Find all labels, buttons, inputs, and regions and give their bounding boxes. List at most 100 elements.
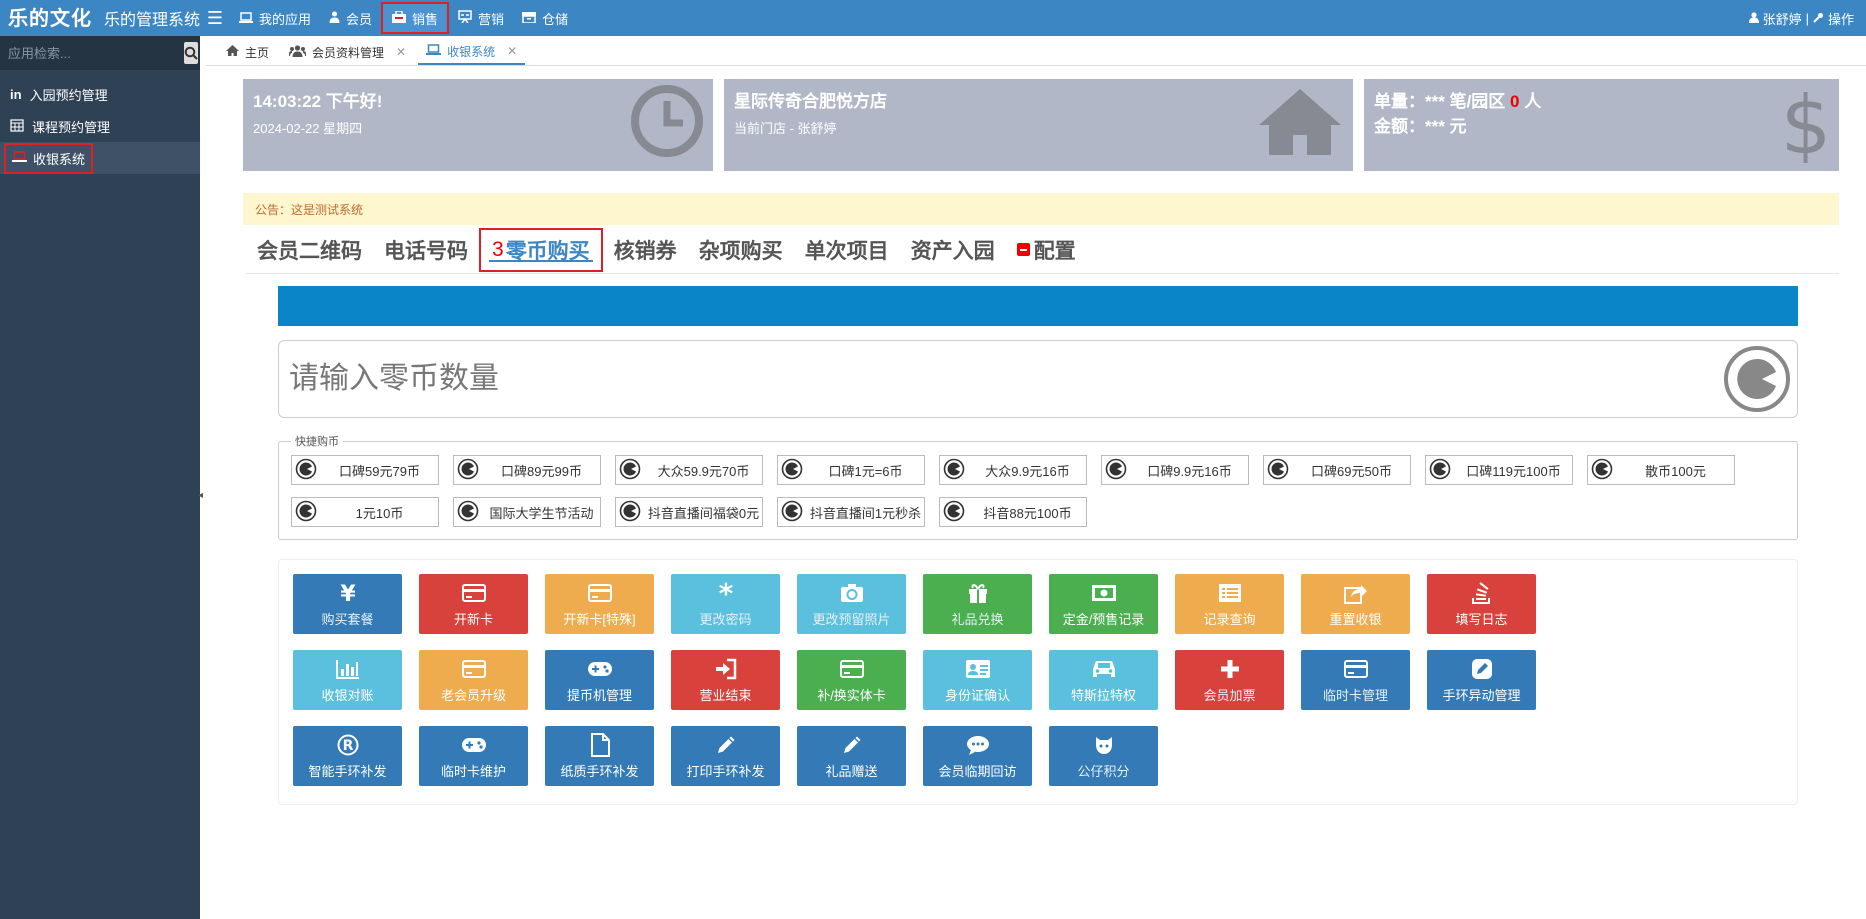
quick-coin-button[interactable]: 口碑89元99币 [453, 455, 601, 485]
action-button-6[interactable]: 定金/预售记录 [1049, 574, 1158, 634]
svg-text:$: $ [1781, 83, 1831, 163]
svg-text:¥: ¥ [340, 582, 356, 604]
camera-icon [840, 581, 864, 605]
pay-method-tabs: 会员二维码 电话号码 3 零币购买 核销券 杂项购买 单次项目 资产入园 配置 [246, 226, 1839, 274]
nav-item-1[interactable]: 会员 [320, 2, 381, 34]
card-icon [839, 657, 864, 681]
pay-tab-7[interactable]: 配置 [1006, 228, 1087, 272]
action-button-10[interactable]: 收银对账 [293, 650, 402, 710]
action-button-5[interactable]: 礼品兑换 [923, 574, 1032, 634]
pay-tab-label: 会员二维码 [257, 239, 362, 263]
id-card-icon [965, 657, 991, 681]
action-button-0[interactable]: ¥ 购买套餐 [293, 574, 402, 634]
sidebar-collapse-handle[interactable]: ◂ [198, 490, 204, 501]
pay-tab-0[interactable]: 会员二维码 [246, 228, 373, 272]
action-button-16[interactable]: 特斯拉特权 [1049, 650, 1158, 710]
close-icon[interactable]: ✕ [396, 45, 406, 59]
search-icon[interactable] [184, 42, 198, 64]
action-label: 礼品兑换 [951, 611, 1004, 627]
action-label: 老会员升级 [440, 687, 506, 703]
menu-toggle-icon[interactable]: ☰ [200, 8, 230, 29]
action-button-1[interactable]: 开新卡 [419, 574, 528, 634]
sidebar-item-cashier[interactable]: 收银系统 [0, 142, 200, 174]
nav-item-3[interactable]: 营销 [449, 2, 513, 34]
action-button-12[interactable]: 提币机管理 [545, 650, 654, 710]
amount: 金额：*** 元 [1374, 117, 1467, 136]
action-button-4[interactable]: 更改预留照片 [797, 574, 906, 634]
coin-quantity-input[interactable] [279, 344, 1717, 414]
quick-coin-button[interactable]: 大众59.9元70币 [615, 455, 763, 485]
app-search-input[interactable] [8, 45, 184, 61]
money-icon [1091, 581, 1117, 605]
tab-member-profile[interactable]: 会员资料管理 ✕ [281, 39, 414, 65]
sidebar-item-entry-booking[interactable]: in 入园预约管理 [0, 78, 200, 110]
pay-tab-5[interactable]: 单次项目 [794, 228, 900, 272]
quick-coin-button[interactable]: 1元10币 [291, 497, 439, 527]
action-button-3[interactable]: * 更改密码 [671, 574, 780, 634]
action-button-7[interactable]: 记录查询 [1175, 574, 1284, 634]
action-label: 更改密码 [699, 611, 752, 627]
action-button-26[interactable]: 公仔积分 [1049, 726, 1158, 786]
bar-chart-icon [335, 657, 360, 681]
action-button-9[interactable]: 填写日志 [1427, 574, 1536, 634]
clock-icon [629, 83, 705, 162]
action-button-18[interactable]: 临时卡管理 [1301, 650, 1410, 710]
park-count: 0 [1510, 92, 1520, 111]
nav-item-0[interactable]: 我的应用 [230, 2, 320, 34]
quick-coin-button[interactable]: 口碑59元79币 [291, 455, 439, 485]
nav-item-2[interactable]: 销售 [381, 2, 450, 34]
pay-tab-3[interactable]: 核销券 [603, 228, 688, 272]
action-button-22[interactable]: 纸质手环补发 [545, 726, 654, 786]
nav-item-label: 销售 [412, 11, 439, 27]
action-button-13[interactable]: 营业结束 [671, 650, 780, 710]
action-button-20[interactable]: R 智能手环补发 [293, 726, 402, 786]
plus-icon [1220, 657, 1240, 681]
action-button-25[interactable]: 会员临期回访 [923, 726, 1032, 786]
action-button-21[interactable]: 临时卡维护 [419, 726, 528, 786]
action-button-24[interactable]: 礼品赠送 [797, 726, 906, 786]
quick-coin-button[interactable]: 散币100元 [1587, 455, 1735, 485]
quick-coin-button[interactable]: 大众9.9元16币 [939, 455, 1087, 485]
action-button-8[interactable]: 重置收银 [1301, 574, 1410, 634]
action-button-2[interactable]: 开新卡[特殊] [545, 574, 654, 634]
quick-coin-label: 1元10币 [355, 505, 404, 521]
brand-logo[interactable]: 乐的文化 [8, 0, 92, 36]
action-label: 智能手环补发 [308, 763, 387, 779]
tab-home[interactable]: 主页 [218, 39, 277, 65]
quick-coin-button[interactable]: 口碑1元=6币 [777, 455, 925, 485]
quick-coin-button[interactable]: 抖音88元100币 [939, 497, 1087, 527]
action-button-15[interactable]: 身份证确认 [923, 650, 1032, 710]
action-button-11[interactable]: 老会员升级 [419, 650, 528, 710]
action-label: 更改预留照片 [812, 611, 891, 627]
quick-coin-button[interactable]: 口碑9.9元16币 [1101, 455, 1249, 485]
info-cards: 14:03:22 下午好! 2024-02-22 星期四 星际传奇合肥悦方店 当… [243, 79, 1839, 171]
coin-icon [295, 458, 317, 483]
quick-coin-button[interactable]: 口碑69元50币 [1263, 455, 1411, 485]
pay-tab-1[interactable]: 电话号码 [373, 228, 479, 272]
quick-coin-button[interactable]: 口碑119元100币 [1425, 455, 1573, 485]
user-name[interactable]: 张舒婷 [1763, 9, 1802, 28]
action-button-19[interactable]: 手环异动管理 [1427, 650, 1536, 710]
pay-tab-2[interactable]: 3 零币购买 [479, 227, 603, 272]
close-icon[interactable]: ✕ [507, 44, 517, 58]
nav-item-4[interactable]: 仓储 [513, 2, 577, 34]
quick-coin-panel: 快捷购币 口碑59元79币 口碑89元99币 大众59.9元70币 口碑1元=6币 大众… [278, 433, 1798, 540]
card-icon [461, 581, 486, 605]
quick-coin-button[interactable]: 国际大学生节活动 [453, 497, 601, 527]
separator: | [1805, 10, 1809, 26]
announcement: 公告：这是测试系统 [243, 193, 1839, 225]
quick-coin-label: 大众9.9元16币 [985, 463, 1070, 479]
action-button-17[interactable]: 会员加票 [1175, 650, 1284, 710]
share-icon [1343, 581, 1368, 605]
pay-tab-4[interactable]: 杂项购买 [688, 228, 794, 272]
quick-coin-button[interactable]: 抖音直播间1元秒杀 [777, 497, 925, 527]
ops-menu[interactable]: 操作 [1828, 9, 1854, 28]
pay-tab-6[interactable]: 资产入园 [900, 228, 1006, 272]
quick-coin-button[interactable]: 抖音直播间福袋0元 [615, 497, 763, 527]
sidebar-item-course-booking[interactable]: 课程预约管理 [0, 110, 200, 142]
tab-cashier[interactable]: 收银系统 ✕ [418, 39, 526, 65]
action-button-23[interactable]: 打印手环补发 [671, 726, 780, 786]
user-icon [1748, 11, 1759, 26]
sidebar: in 入园预约管理 课程预约管理 收银系统 [0, 36, 200, 919]
action-button-14[interactable]: 补/换实体卡 [797, 650, 906, 710]
